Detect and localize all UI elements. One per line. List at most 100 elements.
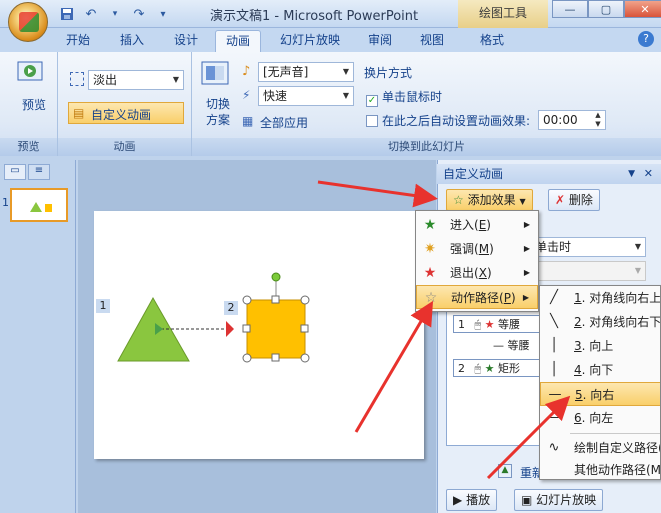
delete-label: 删除 [568, 193, 593, 207]
pane-menu-icon[interactable]: ▼ [628, 164, 635, 184]
tab-review[interactable]: 审阅 [358, 30, 402, 52]
emphasis-star-icon: ✷ [424, 241, 436, 257]
panel-tabs: ▭ ≡ [4, 164, 50, 180]
slide-thumbnail[interactable] [10, 188, 68, 222]
add-effect-dropdown-icon: ▼ [519, 197, 526, 206]
play-label: 播放 [466, 493, 491, 507]
advance-slide-title: 换片方式 [364, 66, 413, 80]
motion-path-submenu: ╱ 1. 对角线向右上 ╲ 2. 对角线向右下 │ 3. 向上 │ 4. 向下 —5. … [539, 285, 661, 480]
window-controls: — ▢ ✕ [552, 0, 661, 18]
custom-animation-button[interactable]: ▤ 自定义动画 [68, 102, 184, 124]
window-title: 演示文稿1 - Microsoft PowerPoint [210, 9, 419, 24]
add-effect-button[interactable]: ☆ 添加效果 ▼ [446, 189, 533, 211]
maximize-button[interactable]: ▢ [588, 0, 624, 18]
transition-sound-combo[interactable]: [无声音] ▼ [258, 62, 354, 82]
office-button[interactable] [8, 2, 48, 42]
pane-close-icon[interactable]: ✕ [644, 164, 653, 184]
list-item-label: 等腰 [507, 339, 530, 352]
list-item-label: 矩形 [497, 362, 520, 375]
submenu-arrow-icon: ▶ [522, 293, 529, 302]
sound-icon: ♪ [242, 64, 251, 79]
submenu-item-down[interactable]: │ 4. 向下 [540, 358, 660, 382]
reorder-up-icon[interactable]: ▲ [498, 464, 512, 478]
tab-home[interactable]: 开始 [56, 30, 100, 52]
close-button[interactable]: ✕ [624, 0, 661, 18]
help-icon[interactable]: ? [638, 31, 654, 47]
list-item[interactable]: 1 🖱 ★ 等腰 [453, 315, 543, 333]
ribbon: 预览 预览 淡出 ▼ ▤ 自定义动画 动画 切换 方案 ♪ [无声音] ▼ ⚡ 快速… [0, 52, 661, 156]
mouse-icon: 🖱 [474, 318, 482, 331]
slideshow-button[interactable]: ▣ 幻灯片放映 [514, 489, 604, 511]
slideshow-label: 幻灯片放映 [536, 493, 597, 507]
preview-icon[interactable] [16, 60, 44, 86]
minimize-button[interactable]: — [552, 0, 588, 18]
delete-button[interactable]: ✗ 删除 [548, 189, 600, 211]
submenu-item-label: . 向下 [581, 363, 614, 377]
list-item[interactable]: — 等腰 [453, 337, 530, 353]
menu-item-key: M [478, 242, 490, 256]
apply-all-button[interactable]: 全部应用 [260, 114, 308, 131]
animation-effect-combo[interactable]: 淡出 ▼ [88, 70, 184, 90]
tab-format[interactable]: 格式 [470, 30, 514, 52]
menu-item-motion-path[interactable]: ☆ 动作路径(P) ▶ [416, 285, 538, 309]
exit-star-icon: ★ [423, 265, 437, 281]
submenu-item-left[interactable]: — 6. 向左 [540, 406, 660, 430]
animation-group: 淡出 ▼ ▤ 自定义动画 动画 [58, 52, 192, 156]
property-combo[interactable]: ▼ [530, 261, 646, 281]
undo-icon[interactable]: ↶ [82, 5, 100, 23]
transition-group-label: 切换到此幻灯片 [192, 138, 661, 156]
redo-icon[interactable]: ↷ [130, 5, 148, 23]
play-button[interactable]: ▶ 播放 [446, 489, 498, 511]
slide-canvas[interactable]: 1 2 [94, 211, 424, 459]
effect-star-icon: ★ [484, 362, 495, 375]
list-item[interactable]: 2 🖱 ★ 矩形 [453, 359, 543, 377]
slide-thumb-number: 1 [2, 196, 9, 209]
menu-item-key: P [503, 291, 511, 305]
submenu-item-right[interactable]: — 5. 向右 [540, 382, 660, 406]
submenu-item-draw-custom[interactable]: ∿ 绘制自定义路径(D) [540, 436, 660, 460]
save-icon[interactable] [58, 5, 76, 23]
animate-icon [70, 72, 84, 86]
play-icon: ▶ [453, 493, 463, 507]
preview-button[interactable]: 预览 [22, 96, 46, 113]
pane-title: 自定义动画 [443, 167, 504, 181]
preview-group: 预览 预览 [0, 52, 58, 156]
animation-group-label: 动画 [58, 138, 191, 156]
submenu-arrow-icon: ▶ [523, 268, 530, 277]
diagonal-up-icon: ╱ [550, 290, 558, 305]
submenu-arrow-icon: ▶ [523, 244, 530, 253]
menu-item-label: 强调 [450, 242, 475, 256]
submenu-item-diagonal-down-right[interactable]: ╲ 2. 对角线向右下 [540, 310, 660, 334]
menu-item-exit[interactable]: ★ 退出(X) ▶ [416, 261, 538, 285]
tab-view[interactable]: 视图 [410, 30, 454, 52]
menu-item-emphasis[interactable]: ✷ 强调(M) ▶ [416, 237, 538, 261]
tab-design[interactable]: 设计 [164, 30, 208, 52]
on-click-checkbox[interactable]: ✓ 单击鼠标时 [366, 88, 442, 107]
tab-animations[interactable]: 动画 [215, 30, 262, 52]
pane-header: 自定义动画 ▼ ✕ [437, 164, 661, 184]
start-combo[interactable]: 单击时 ▼ [530, 237, 646, 257]
switch-scheme-button[interactable]: 切换 方案 [202, 96, 234, 128]
auto-time-spinner[interactable]: 00:00 ▲ ▼ [538, 110, 606, 130]
transition-speed-combo[interactable]: 快速 ▼ [258, 86, 354, 106]
tab-slideshow[interactable]: 幻灯片放映 [270, 30, 350, 52]
auto-after-checkbox[interactable]: 在此之后自动设置动画效果: [366, 112, 530, 129]
transition-scheme-icon[interactable] [200, 60, 230, 88]
vertical-line-icon: │ [550, 338, 558, 353]
slides-tab-icon[interactable]: ▭ [4, 164, 26, 180]
tab-insert[interactable]: 插入 [110, 30, 154, 52]
customize-toolbar-icon[interactable]: ▾ [154, 5, 172, 23]
rectangle-shape [246, 299, 306, 359]
slide-shapes [117, 272, 310, 363]
undo-dropdown-icon[interactable]: ▾ [106, 5, 124, 23]
effect-star-icon: ★ [484, 318, 495, 331]
on-click-check-icon: ✓ [366, 95, 378, 107]
submenu-item-more-paths[interactable]: 其他动作路径(M)... [540, 458, 661, 479]
submenu-item-label: 其他动作路径(M)... [574, 463, 661, 477]
outline-tab-icon[interactable]: ≡ [28, 164, 50, 180]
submenu-item-diagonal-up-right[interactable]: ╱ 1. 对角线向右上 [540, 286, 660, 310]
freeform-path-icon: ∿ [548, 440, 560, 455]
ribbon-tabs: 开始 插入 设计 动画 幻灯片放映 审阅 视图 格式 [0, 28, 661, 52]
submenu-item-up[interactable]: │ 3. 向上 [540, 334, 660, 358]
menu-item-entrance[interactable]: ★ 进入(E) ▶ [416, 213, 538, 237]
